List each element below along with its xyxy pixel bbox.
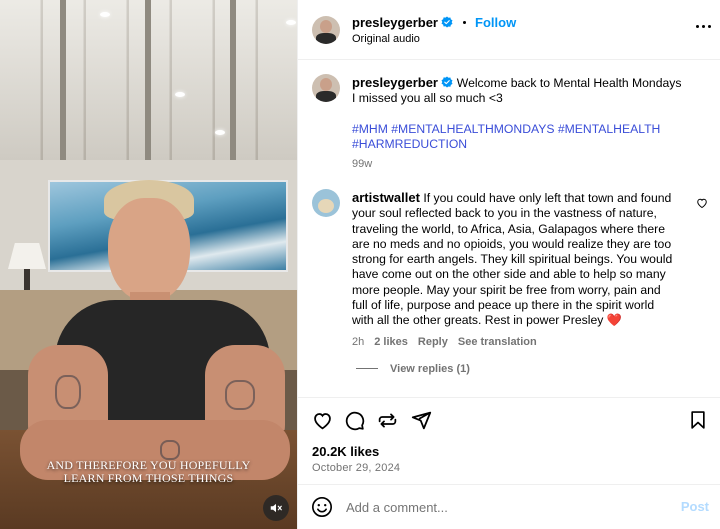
comment-input[interactable] xyxy=(346,497,666,517)
ceiling-light xyxy=(286,20,296,25)
header-user-row: presleygerber Follow xyxy=(352,15,516,30)
comment-item: artistwallet If you could have only left… xyxy=(352,190,692,375)
more-options-icon[interactable] xyxy=(696,25,711,28)
comment-text-line: with all the other greats. Rest in power… xyxy=(352,313,622,328)
avatar[interactable] xyxy=(312,189,340,217)
caption-text: Welcome back to Mental Health Mondays xyxy=(456,76,682,90)
mute-button[interactable] xyxy=(263,495,289,521)
ceiling-light xyxy=(175,92,185,97)
avatar[interactable] xyxy=(312,16,340,44)
separator-dot xyxy=(462,21,466,24)
comment-body: artistwallet If you could have only left… xyxy=(352,190,692,206)
caption-age[interactable]: 99w xyxy=(352,158,707,170)
tattoo xyxy=(55,375,81,409)
see-translation-button[interactable]: See translation xyxy=(458,336,537,348)
send-icon xyxy=(411,411,431,429)
comment-meta: 2h 2 likes Reply See translation xyxy=(352,336,692,348)
likes-count[interactable]: 20.2K likes xyxy=(312,444,379,459)
post-details-panel: presleygerber Follow Original audio pres… xyxy=(297,0,720,529)
verified-badge-icon xyxy=(441,16,453,28)
ceiling-beam xyxy=(145,0,151,168)
comment-text-line: your soul reflected back to you in the v… xyxy=(352,206,657,221)
comment-button[interactable] xyxy=(343,409,365,431)
view-replies-label: View replies (1) xyxy=(390,362,470,375)
reply-button[interactable]: Reply xyxy=(418,336,448,348)
ceiling-light xyxy=(100,12,110,17)
post-container: AND THEREFORE YOU HOPEFULLY LEARN FROM T… xyxy=(0,0,720,529)
video-caption-line: LEARN FROM THOSE THINGS xyxy=(63,471,234,485)
avatar[interactable] xyxy=(312,74,340,102)
save-button[interactable] xyxy=(687,409,709,431)
comments-section[interactable]: presleygerber Welcome back to Mental Hea… xyxy=(298,61,720,397)
ceiling-light xyxy=(215,130,225,135)
comment-text-line: traveling the world, to Africa, Asia, Ga… xyxy=(352,221,665,236)
caption-first-line: presleygerber Welcome back to Mental Hea… xyxy=(352,75,707,91)
emoji-button[interactable] xyxy=(311,496,333,518)
comment-text-line: strong for earth angels. They kill spiri… xyxy=(352,252,673,267)
follow-button[interactable]: Follow xyxy=(475,15,516,30)
comment-text-line: full of life, purpose and peace up there… xyxy=(352,298,655,313)
mute-icon xyxy=(270,503,282,513)
send-button[interactable] xyxy=(410,409,432,431)
comment-username[interactable]: artistwallet xyxy=(352,190,420,205)
hashtag-line[interactable]: #MHM #MENTALHEALTHMONDAYS #MENTALHEALTH xyxy=(352,122,707,137)
comment-like-heart-icon[interactable] xyxy=(696,197,708,209)
ceiling-beam xyxy=(230,0,236,168)
comment-text-line: If you could have only left that town an… xyxy=(423,191,672,205)
share-icon xyxy=(378,413,396,427)
ceiling-beam xyxy=(60,0,66,168)
caption-text: I missed you all so much <3 xyxy=(352,91,503,106)
post-actions: 20.2K likes October 29, 2024 xyxy=(298,397,720,479)
replies-divider xyxy=(356,368,378,370)
hashtag-line[interactable]: #HARMREDUCTION xyxy=(352,137,707,152)
comment-age[interactable]: 2h xyxy=(352,336,364,348)
header-username[interactable]: presleygerber xyxy=(352,15,438,30)
comment-likes[interactable]: 2 likes xyxy=(374,336,408,348)
post-comment-button[interactable]: Post xyxy=(681,499,709,514)
heart-icon xyxy=(313,412,331,429)
comment-text-line: are no meds and no opioids, you would re… xyxy=(352,236,672,251)
view-replies-button[interactable]: View replies (1) xyxy=(356,363,692,375)
post-caption: presleygerber Welcome back to Mental Hea… xyxy=(352,75,707,170)
tattoo xyxy=(160,440,180,460)
post-header: presleygerber Follow Original audio xyxy=(298,0,720,60)
tattoo xyxy=(225,380,255,410)
comment-text-line: more people. May your spirit be free fro… xyxy=(352,282,661,297)
verified-badge-icon xyxy=(441,76,453,88)
video-player[interactable]: AND THEREFORE YOU HOPEFULLY LEARN FROM T… xyxy=(0,0,297,529)
emoji-icon xyxy=(312,497,332,517)
person-head xyxy=(108,198,190,302)
post-date[interactable]: October 29, 2024 xyxy=(312,462,400,474)
audio-label[interactable]: Original audio xyxy=(352,33,420,45)
caption-username[interactable]: presleygerber xyxy=(352,75,438,90)
comment-icon xyxy=(345,411,364,430)
share-button[interactable] xyxy=(376,409,398,431)
like-button[interactable] xyxy=(311,409,333,431)
add-comment-bar: Post xyxy=(298,484,720,529)
bookmark-icon xyxy=(691,411,705,429)
comment-text-line: have come out on the other side and able… xyxy=(352,267,666,282)
